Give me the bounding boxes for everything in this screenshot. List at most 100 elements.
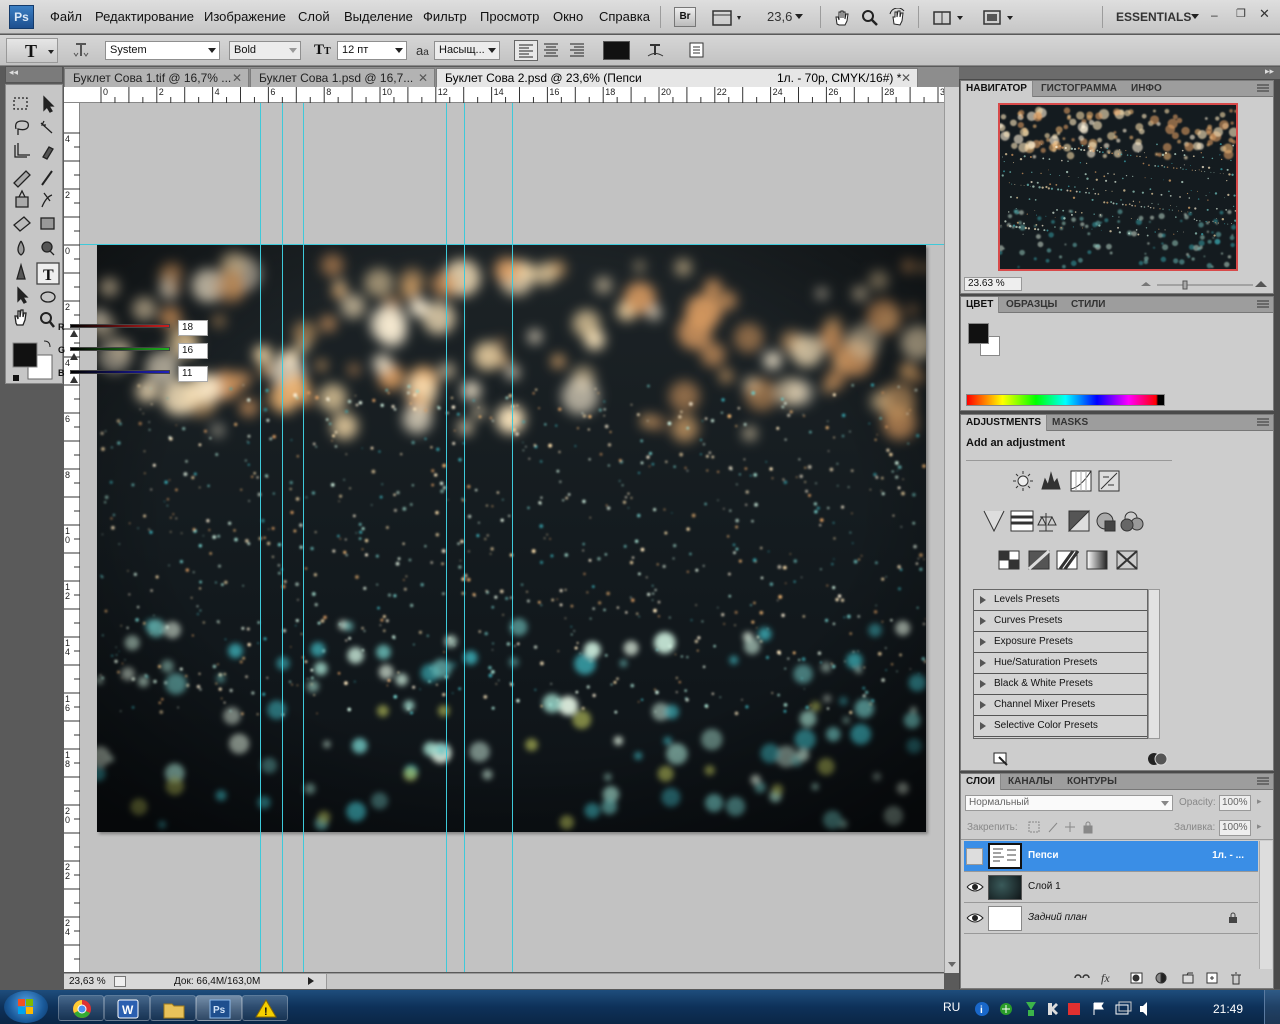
panel-menu-icon[interactable] xyxy=(1257,300,1269,309)
color-channel-g[interactable]: G 16 xyxy=(58,343,258,363)
close-icon[interactable]: ✕ xyxy=(901,69,911,87)
panel-menu-icon[interactable] xyxy=(1257,84,1269,93)
layer-actions[interactable]: fx xyxy=(1073,970,1253,986)
align-right-button[interactable] xyxy=(566,40,590,61)
vertical-ruler[interactable]: 42024681 01 21 41 61 82 02 22 4 xyxy=(64,103,80,972)
layer-row[interactable]: Задний план xyxy=(964,903,1258,934)
text-orientation-button[interactable] xyxy=(72,41,90,59)
rotate-view-button[interactable] xyxy=(886,7,908,27)
slider-thumb[interactable] xyxy=(70,330,78,337)
warp-text-button[interactable] xyxy=(645,40,667,60)
status-icon[interactable] xyxy=(114,976,126,987)
channel-slider[interactable] xyxy=(70,324,170,328)
zoom-level[interactable]: 23,6 xyxy=(767,9,792,24)
tab-navigator[interactable]: НАВИГАТОР xyxy=(961,81,1033,97)
font-family-select[interactable]: System xyxy=(105,41,220,60)
font-style-select[interactable]: Bold xyxy=(229,41,301,60)
minimize-icon[interactable]: – xyxy=(1211,8,1218,22)
preset-item[interactable]: Levels Presets xyxy=(974,590,1147,611)
preset-item[interactable]: Curves Presets xyxy=(974,611,1147,632)
foreground-color-swatch[interactable] xyxy=(968,323,989,344)
layer-row[interactable]: Пепси 1л. - ... xyxy=(964,841,1258,872)
antialias-select[interactable]: Насыщ... xyxy=(434,41,500,60)
presets-scrollbar[interactable] xyxy=(1148,589,1160,739)
align-left-button[interactable] xyxy=(514,40,538,61)
layer-row[interactable]: Слой 1 xyxy=(964,872,1258,903)
layer-name[interactable]: Задний план xyxy=(1028,912,1087,923)
menu-select[interactable]: Выделение xyxy=(344,9,413,24)
tab-channels[interactable]: КАНАЛЫ xyxy=(1003,774,1058,790)
tab-document-3[interactable]: Буклет Сова 2.psd @ 23,6% (Пепси 1л. - 70… xyxy=(436,68,918,87)
show-desktop-button[interactable] xyxy=(1264,990,1280,1024)
vertical-guide[interactable] xyxy=(464,103,465,972)
close-icon[interactable]: ✕ xyxy=(418,69,428,87)
tab-masks[interactable]: MASKS xyxy=(1047,415,1093,431)
workspace-switcher[interactable]: ESSENTIALS xyxy=(1116,10,1191,24)
layer-name[interactable]: Слой 1 xyxy=(1028,881,1061,892)
status-zoom[interactable]: 23,63 % xyxy=(69,974,106,989)
close-icon[interactable]: ✕ xyxy=(232,69,242,87)
tab-styles[interactable]: СТИЛИ xyxy=(1066,297,1110,313)
taskbar-explorer[interactable] xyxy=(150,995,196,1021)
tab-document-2[interactable]: Буклет Сова 1.psd @ 16,7... ✕ xyxy=(250,68,435,87)
presets-list[interactable]: Levels Presets Curves Presets Exposure Pre… xyxy=(973,589,1148,739)
zoom-tool-button[interactable] xyxy=(858,7,880,27)
taskbar-chrome[interactable] xyxy=(58,995,104,1021)
layers-scrollbar[interactable] xyxy=(1259,841,1272,969)
start-button[interactable] xyxy=(4,991,48,1023)
taskbar-photoshop[interactable]: Ps xyxy=(196,995,242,1021)
vertical-guide[interactable] xyxy=(282,103,283,972)
menu-filter[interactable]: Фильтр xyxy=(423,9,467,24)
clip-to-layer-icon[interactable] xyxy=(993,751,1011,767)
taskbar-word[interactable]: W xyxy=(104,995,150,1021)
tab-swatches[interactable]: ОБРАЗЦЫ xyxy=(1001,297,1062,313)
tool-preset-picker[interactable]: T xyxy=(6,38,58,63)
navigator-thumbnail[interactable] xyxy=(998,103,1238,271)
layer-name[interactable]: Пепси xyxy=(1028,850,1059,861)
horizontal-scrollbar[interactable] xyxy=(326,974,944,989)
channel-value[interactable]: 18 xyxy=(178,320,208,336)
channel-value[interactable]: 16 xyxy=(178,343,208,359)
blend-mode-select[interactable]: Нормальный xyxy=(965,795,1173,811)
collapse-icon[interactable]: ▸▸ xyxy=(1265,66,1274,77)
opacity-field[interactable]: 100% xyxy=(1219,795,1251,811)
tab-document-1[interactable]: Буклет Сова 1.tif @ 16,7% ... ✕ xyxy=(64,68,249,87)
chevron-right-icon[interactable]: ▸ xyxy=(1257,821,1262,832)
panel-menu-icon[interactable] xyxy=(1257,418,1269,427)
visibility-toggle[interactable] xyxy=(966,848,983,865)
chevron-down-icon[interactable] xyxy=(1191,14,1199,19)
preset-item[interactable]: Exposure Presets xyxy=(974,632,1147,653)
screen-mode-button[interactable] xyxy=(980,7,1016,27)
align-center-button[interactable] xyxy=(540,40,564,61)
restore-icon[interactable]: ❐ xyxy=(1236,7,1246,20)
chevron-right-icon[interactable]: ▸ xyxy=(1257,796,1262,807)
preset-item[interactable]: Channel Mixer Presets xyxy=(974,695,1147,716)
tab-info[interactable]: ИНФО xyxy=(1126,81,1167,97)
channel-slider[interactable] xyxy=(70,370,170,374)
horizontal-ruler[interactable]: 024681012141618202224262830 xyxy=(64,87,950,103)
preset-item[interactable]: Hue/Saturation Presets xyxy=(974,653,1147,674)
menu-file[interactable]: Файл xyxy=(50,9,82,24)
adjustment-options-icon[interactable] xyxy=(1147,751,1169,767)
eye-icon[interactable] xyxy=(966,912,984,924)
tab-layers[interactable]: СЛОИ xyxy=(961,774,1001,790)
tab-paths[interactable]: КОНТУРЫ xyxy=(1062,774,1122,790)
color-channel-r[interactable]: R 18 xyxy=(58,320,258,340)
menu-view[interactable]: Просмотр xyxy=(480,9,539,24)
tab-adjustments[interactable]: ADJUSTMENTS xyxy=(961,415,1048,431)
tab-color[interactable]: ЦВЕТ xyxy=(961,297,1000,313)
bridge-button[interactable]: Br xyxy=(674,7,696,27)
fill-field[interactable]: 100% xyxy=(1219,820,1251,836)
view-extras-button[interactable] xyxy=(710,7,744,27)
preset-item[interactable]: Selective Color Presets xyxy=(974,716,1147,737)
taskbar-warning[interactable]: ! xyxy=(242,995,288,1021)
status-menu-icon[interactable] xyxy=(308,977,314,985)
arrange-documents-button[interactable] xyxy=(930,7,966,27)
close-icon[interactable]: ✕ xyxy=(1259,6,1270,22)
navigator-zoom-field[interactable]: 23.63 % xyxy=(964,277,1022,291)
color-channel-b[interactable]: B 11 xyxy=(58,366,258,386)
lock-icons[interactable] xyxy=(1027,820,1097,834)
hand-tool-button[interactable] xyxy=(830,7,852,27)
clock[interactable]: 21:49 xyxy=(1213,1002,1243,1016)
character-panel-button[interactable] xyxy=(686,40,708,60)
